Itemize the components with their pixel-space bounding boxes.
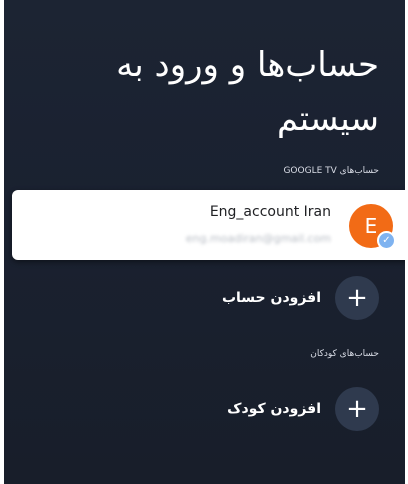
tv-settings-screen: حساب‌ها و ورود به سیستم حساب‌های GOOGLE … [4,0,405,484]
add-kid-button[interactable]: + افزودن کودک [79,386,379,432]
page-title: حساب‌ها و ورود به سیستم [116,45,379,139]
kids-accounts-heading: حساب‌های کودکان [310,349,379,359]
plus-icon: + [335,276,379,320]
add-kid-label: افزودن کودک [227,401,321,417]
plus-icon: + [335,387,379,431]
add-account-button[interactable]: + افزودن حساب [79,275,379,321]
check-icon: ✓ [377,231,396,250]
account-name: Eng_account Iran [209,204,331,220]
account-email: eng.moadiran@gmail.com [185,232,331,245]
add-account-label: افزودن حساب [221,290,321,306]
account-card[interactable]: E ✓ Eng_account Iran eng.moadiran@gmail.… [12,190,405,260]
google-tv-accounts-heading: حساب‌های GOOGLE TV [283,166,379,176]
